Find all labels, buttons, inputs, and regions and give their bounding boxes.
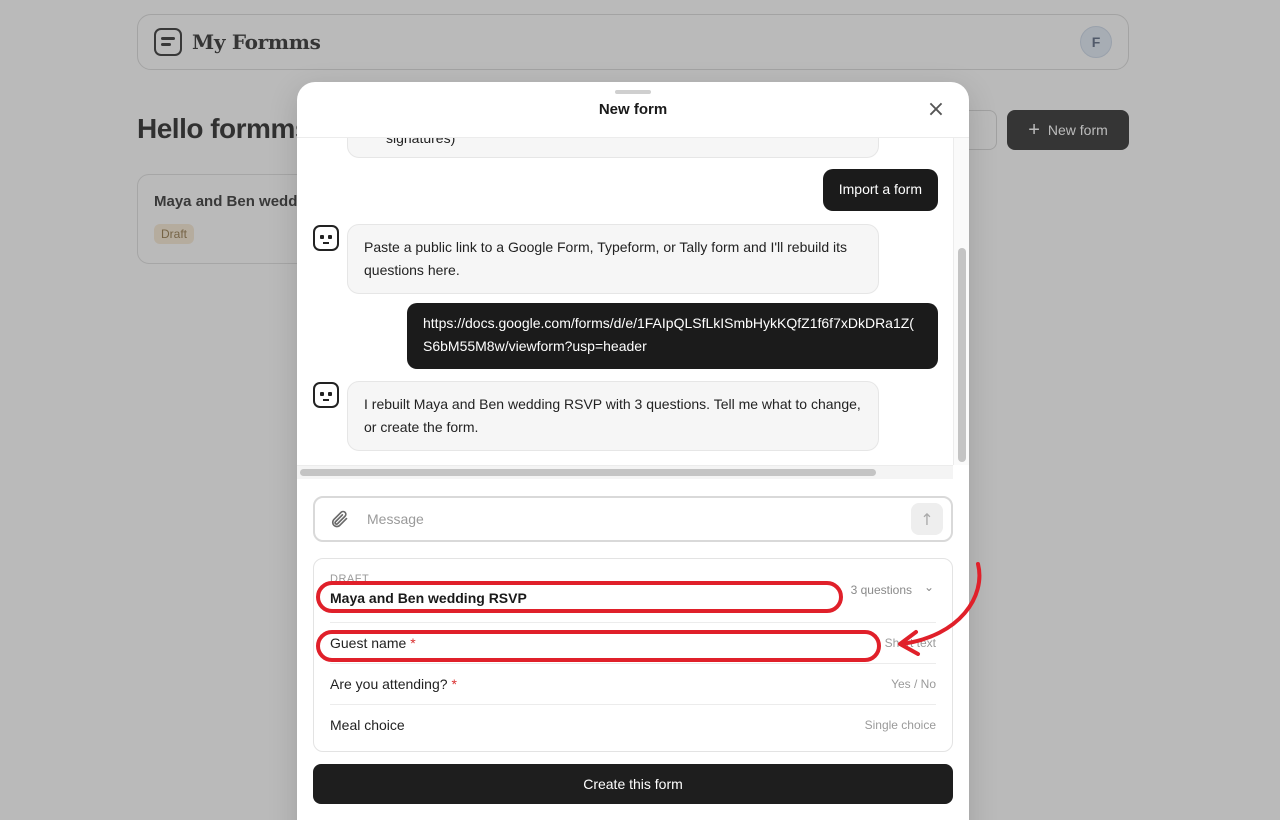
- paperclip-icon[interactable]: [329, 509, 349, 529]
- question-type: Short text: [884, 636, 936, 650]
- message-text: Import a form: [838, 181, 922, 197]
- message-input[interactable]: [367, 511, 911, 527]
- arrow-up-icon: ↑: [920, 509, 934, 529]
- assistant-bot-icon: [313, 382, 339, 408]
- horizontal-scrollbar-thumb[interactable]: [300, 469, 876, 476]
- assistant-bot-icon: [313, 225, 339, 251]
- question-label: Guest name: [330, 635, 407, 651]
- vertical-scrollbar-thumb[interactable]: [958, 248, 966, 462]
- message-text-line: S6bM55M8w/viewform?usp=header: [423, 338, 647, 354]
- chat-message-user: Import a form: [822, 169, 938, 211]
- message-text: signatures): [386, 138, 456, 146]
- close-button[interactable]: ×: [925, 99, 947, 121]
- new-form-modal: New form × signatures) Import a form Pas…: [297, 82, 969, 820]
- vertical-scrollbar[interactable]: [953, 138, 969, 465]
- send-button[interactable]: ↑: [911, 503, 943, 535]
- question-label: Are you attending?: [330, 676, 448, 692]
- chat-message-user: https://docs.google.com/forms/d/e/1FAIpQ…: [407, 303, 938, 369]
- horizontal-scrollbar[interactable]: [297, 465, 953, 479]
- draft-label: DRAFT: [330, 573, 370, 585]
- chat-message-assistant: I rebuilt Maya and Ben wedding RSVP with…: [347, 381, 879, 451]
- question-row[interactable]: Guest name * Short text: [330, 622, 936, 663]
- chat-message-assistant: signatures): [347, 138, 879, 158]
- draft-title: Maya and Ben wedding RSVP: [330, 590, 527, 606]
- chevron-down-icon[interactable]: ⌄: [924, 580, 934, 594]
- message-text: I rebuilt Maya and Ben wedding RSVP with…: [364, 396, 861, 435]
- close-icon: ×: [926, 97, 946, 122]
- chat-history[interactable]: signatures) Import a form Paste a public…: [297, 138, 969, 480]
- create-form-button[interactable]: Create this form: [313, 764, 953, 804]
- message-text: Paste a public link to a Google Form, Ty…: [364, 239, 848, 278]
- required-marker: *: [451, 676, 457, 692]
- question-type: Single choice: [864, 718, 936, 732]
- question-row[interactable]: Are you attending? * Yes / No: [330, 663, 936, 704]
- modal-title: New form: [598, 101, 668, 118]
- message-composer: ↑: [313, 496, 953, 542]
- message-text-line: https://docs.google.com/forms/d/e/1FAIpQ…: [423, 315, 914, 331]
- draft-preview-card: DRAFT Maya and Ben wedding RSVP 3 questi…: [313, 558, 953, 752]
- chat-message-assistant: Paste a public link to a Google Form, Ty…: [347, 224, 879, 294]
- question-count[interactable]: 3 questions: [851, 583, 912, 597]
- question-row[interactable]: Meal choice Single choice: [330, 704, 936, 745]
- question-label: Meal choice: [330, 717, 405, 733]
- question-type: Yes / No: [891, 677, 936, 691]
- required-marker: *: [410, 635, 416, 651]
- modal-header: New form ×: [297, 82, 969, 138]
